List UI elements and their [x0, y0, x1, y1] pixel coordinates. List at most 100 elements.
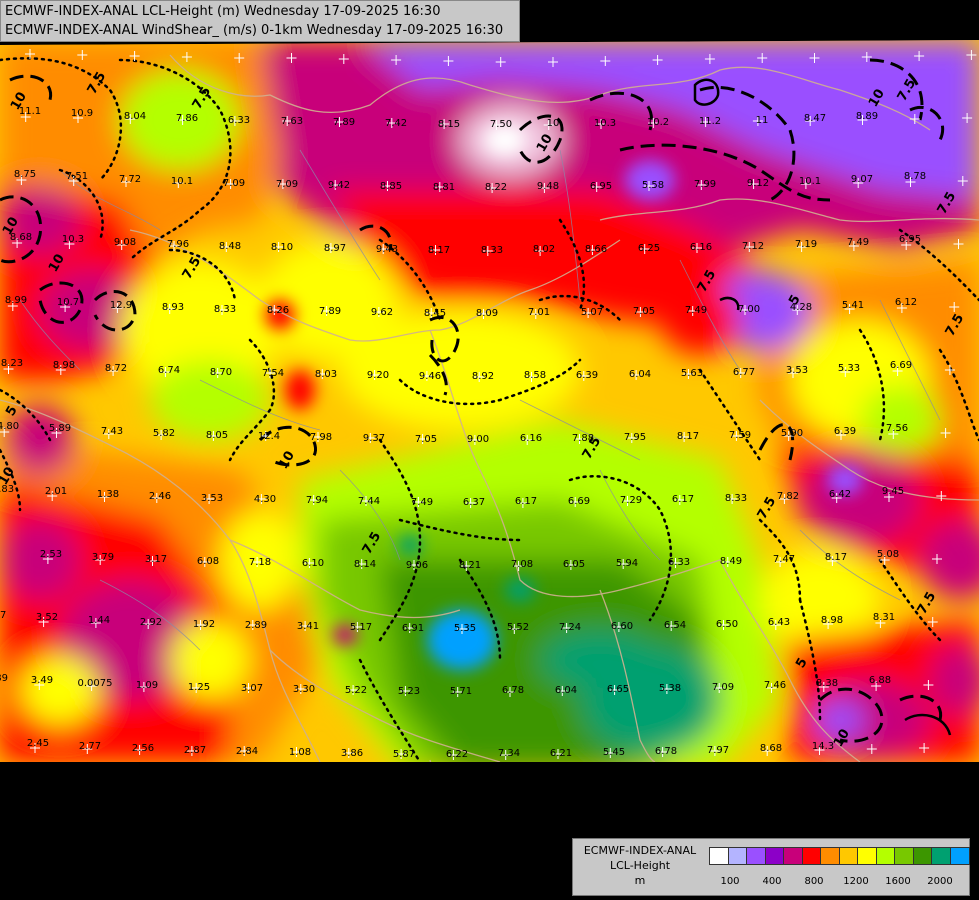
- windshear-value: 5.35: [454, 623, 476, 634]
- windshear-value: 6.42: [829, 489, 851, 500]
- windshear-value: 9.20: [367, 370, 389, 381]
- windshear-value: 5.82: [153, 428, 175, 439]
- windshear-value: 7.08: [511, 559, 533, 570]
- windshear-value: 2.56: [132, 743, 154, 754]
- windshear-value: 10.1: [799, 176, 821, 187]
- windshear-value: 11.2: [699, 116, 721, 127]
- windshear-value: 12.4: [258, 431, 280, 442]
- windshear-value: 7.94: [306, 495, 328, 506]
- windshear-value: 3.53: [786, 365, 808, 376]
- legend-swatch: [857, 847, 877, 865]
- windshear-value: 2.92: [140, 617, 162, 628]
- windshear-value: 12.9: [110, 300, 132, 311]
- windshear-value: 8.33: [481, 245, 503, 256]
- legend-swatch: [875, 847, 896, 865]
- windshear-value: 10.7: [57, 297, 79, 308]
- windshear-value: 6.08: [197, 556, 219, 567]
- windshear-value: 7.43: [101, 426, 123, 437]
- windshear-value: 8.17: [825, 552, 847, 563]
- windshear-value: 1.92: [193, 619, 215, 630]
- windshear-value: 7.95: [624, 432, 646, 443]
- windshear-value: 6.33: [668, 557, 690, 568]
- windshear-value: 9.00: [467, 434, 489, 445]
- windshear-value: 8.38: [816, 678, 838, 689]
- windshear-value: 7.89: [319, 306, 341, 317]
- windshear-value: 8.09: [476, 308, 498, 319]
- windshear-value: 1.38: [97, 489, 119, 500]
- windshear-value: 5.07: [581, 307, 603, 318]
- windshear-value: 8.99: [5, 295, 27, 306]
- windshear-value: 8.22: [485, 182, 507, 193]
- windshear-value: 10: [547, 118, 560, 129]
- legend-tick: 800: [804, 876, 824, 887]
- legend-swatch: [912, 847, 933, 865]
- windshear-value: 3.53: [201, 493, 223, 504]
- windshear-value: 8.26: [267, 305, 289, 316]
- windshear-value: 6.17: [672, 494, 694, 505]
- windshear-value: 6.21: [550, 748, 572, 759]
- windshear-value: 6.22: [446, 749, 468, 760]
- windshear-value: 1.09: [136, 680, 158, 691]
- windshear-value: 5.71: [450, 686, 472, 697]
- windshear-value: 8.68: [760, 743, 782, 754]
- windshear-value: 8.10: [271, 242, 293, 253]
- windshear-value: 8.21: [459, 560, 481, 571]
- windshear-value: 7.89: [333, 117, 355, 128]
- windshear-value: 7.82: [777, 491, 799, 502]
- windshear-value: 7.96: [167, 239, 189, 250]
- windshear-value: 6.39: [576, 370, 598, 381]
- windshear-value: 6.91: [402, 623, 424, 634]
- windshear-value: 2.87: [184, 745, 206, 756]
- map-title-box: ECMWF-INDEX-ANAL LCL-Height (m) Wednesda…: [0, 0, 520, 42]
- windshear-value: 9.06: [406, 560, 428, 571]
- windshear-value: 7.97: [707, 745, 729, 756]
- windshear-value: 8.78: [904, 171, 926, 182]
- windshear-value: 1.08: [289, 747, 311, 758]
- windshear-value: 2.46: [149, 491, 171, 502]
- legend-line-2: LCL-Height: [609, 859, 671, 872]
- windshear-value: 8.93: [162, 302, 184, 313]
- windshear-value: 8.92: [472, 371, 494, 382]
- windshear-value: 10.1: [171, 176, 193, 187]
- legend-tick: 1200: [843, 876, 869, 887]
- windshear-value: 6.04: [555, 685, 577, 696]
- windshear-value: 6.05: [563, 559, 585, 570]
- legend-tick: 2000: [927, 876, 953, 887]
- windshear-value: 7.34: [498, 748, 520, 759]
- windshear-value: 6.10: [302, 558, 324, 569]
- windshear-value: 8.81: [433, 182, 455, 193]
- windshear-value: 5.89: [49, 423, 71, 434]
- windshear-value: 7.44: [358, 496, 380, 507]
- windshear-value: 5.17: [350, 622, 372, 633]
- windshear-value: 7.49: [847, 237, 869, 248]
- windshear-value: 8.89: [856, 111, 878, 122]
- windshear-value: 5.08: [877, 549, 899, 560]
- windshear-value: 9.46: [419, 371, 441, 382]
- windshear-value: 8.17: [677, 431, 699, 442]
- windshear-value: 7.47: [773, 554, 795, 565]
- legend-tick: 1600: [885, 876, 911, 887]
- windshear-value: 5.87: [393, 749, 415, 760]
- windshear-value: 8.98: [53, 360, 75, 371]
- windshear-value: 1.44: [88, 615, 110, 626]
- windshear-value: 8.31: [873, 612, 895, 623]
- windshear-value: 7.29: [620, 495, 642, 506]
- windshear-value: 6.33: [228, 115, 250, 126]
- windshear-value: 5.38: [659, 683, 681, 694]
- windshear-value: 6.16: [520, 433, 542, 444]
- windshear-value: 6.25: [638, 243, 660, 254]
- windshear-value: 6.69: [568, 496, 590, 507]
- windshear-value: 2.84: [236, 746, 258, 757]
- windshear-value: 5.90: [781, 428, 803, 439]
- windshear-value: 8.85: [380, 181, 402, 192]
- windshear-value: 6.37: [463, 497, 485, 508]
- windshear-value: 9.42: [328, 180, 350, 191]
- windshear-value: 5.45: [603, 747, 625, 758]
- windshear-value: 9.08: [114, 237, 136, 248]
- legend-swatch: [931, 847, 951, 865]
- windshear-value: 2.45: [27, 738, 49, 749]
- windshear-value: 8.33: [725, 493, 747, 504]
- windshear-value: 6.78: [655, 746, 677, 757]
- windshear-value: 8.58: [524, 370, 546, 381]
- windshear-value: 8.05: [206, 430, 228, 441]
